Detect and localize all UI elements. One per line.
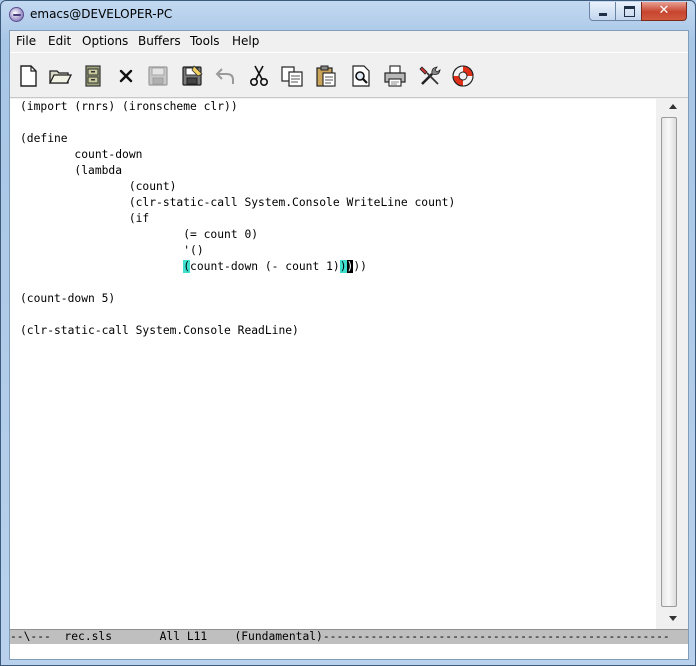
code-line: (import (rnrs) (ironscheme clr))	[20, 100, 238, 113]
code-line: (count-down 5)	[20, 292, 116, 305]
window-title: emacs@DEVELOPER-PC	[30, 7, 173, 21]
undo-button[interactable]	[214, 64, 238, 88]
close-buffer-button[interactable]	[114, 64, 138, 88]
preferences-button[interactable]	[418, 64, 442, 88]
minimize-button[interactable]	[589, 2, 616, 21]
save-icon	[148, 66, 168, 86]
close-window-button[interactable]: ✕	[641, 2, 687, 21]
maximize-button[interactable]	[615, 2, 642, 21]
help-button[interactable]	[451, 64, 475, 88]
save-button[interactable]	[146, 64, 170, 88]
new-file-icon	[20, 65, 37, 87]
menu-options[interactable]: Options	[82, 34, 128, 48]
dired-cabinet-icon	[85, 65, 101, 87]
code-line: count-down	[20, 148, 143, 161]
help-lifebuoy-icon	[452, 65, 474, 87]
scroll-down-arrow-icon[interactable]	[657, 611, 688, 627]
open-folder-icon	[48, 70, 72, 84]
code-line: (clr-static-call System.Console WriteLin…	[20, 196, 456, 209]
paste-button[interactable]	[314, 64, 338, 88]
emacs-app-icon[interactable]	[9, 7, 24, 22]
preferences-icon	[419, 66, 441, 85]
vertical-scrollbar[interactable]	[657, 99, 688, 629]
cut-button[interactable]	[247, 64, 271, 88]
title-bar[interactable]: emacs@DEVELOPER-PC ✕	[1, 1, 695, 29]
open-file-button[interactable]	[48, 64, 72, 88]
menu-bar: File Edit Options Buffers Tools Help	[10, 31, 688, 51]
code-line: (define	[20, 132, 68, 145]
code-line: '()	[20, 244, 204, 257]
undo-icon	[215, 68, 234, 84]
expression-text: count-down (- count 1)	[190, 260, 340, 273]
code-line: (clr-static-call System.Console ReadLine…	[20, 324, 299, 337]
save-as-icon	[182, 65, 203, 86]
emacs-window: emacs@DEVELOPER-PC ✕ File Edit Options B…	[0, 0, 696, 666]
print-icon	[384, 65, 406, 87]
dired-button[interactable]	[81, 64, 105, 88]
trailing-parens: ))	[353, 260, 367, 273]
emacs-frame: File Edit Options Buffers Tools Help (im…	[9, 30, 689, 660]
copy-icon	[281, 66, 303, 87]
close-icon: ✕	[658, 3, 670, 18]
menu-help[interactable]: Help	[232, 34, 259, 48]
menu-edit[interactable]: Edit	[48, 34, 71, 48]
scroll-thumb[interactable]	[661, 117, 677, 607]
code-line: (= count 0)	[20, 228, 259, 241]
close-buffer-icon	[119, 69, 133, 83]
search-icon	[352, 65, 370, 87]
copy-button[interactable]	[280, 64, 304, 88]
code-line: (count)	[20, 180, 177, 193]
paste-icon	[316, 65, 336, 87]
cut-icon	[249, 65, 269, 87]
tool-bar	[10, 52, 688, 98]
text-editor-buffer[interactable]: (import (rnrs) (ironscheme clr)) (define…	[10, 99, 656, 629]
menu-buffers[interactable]: Buffers	[138, 34, 181, 48]
print-button[interactable]	[383, 64, 407, 88]
search-button[interactable]	[349, 64, 373, 88]
menu-file[interactable]: File	[16, 34, 36, 48]
matched-close-paren: )	[339, 260, 347, 273]
mode-line: --\--- rec.sls All L11 (Fundamental)----…	[10, 629, 688, 644]
menu-tools[interactable]: Tools	[190, 34, 220, 48]
minibuffer[interactable]	[10, 644, 688, 659]
code-line-current: (count-down (- count 1)))))	[20, 259, 367, 275]
new-file-button[interactable]	[16, 64, 40, 88]
code-line: (lambda	[20, 164, 123, 177]
scroll-up-arrow-icon[interactable]	[657, 99, 688, 115]
code-line: (if	[20, 212, 150, 225]
save-as-button[interactable]	[180, 64, 204, 88]
